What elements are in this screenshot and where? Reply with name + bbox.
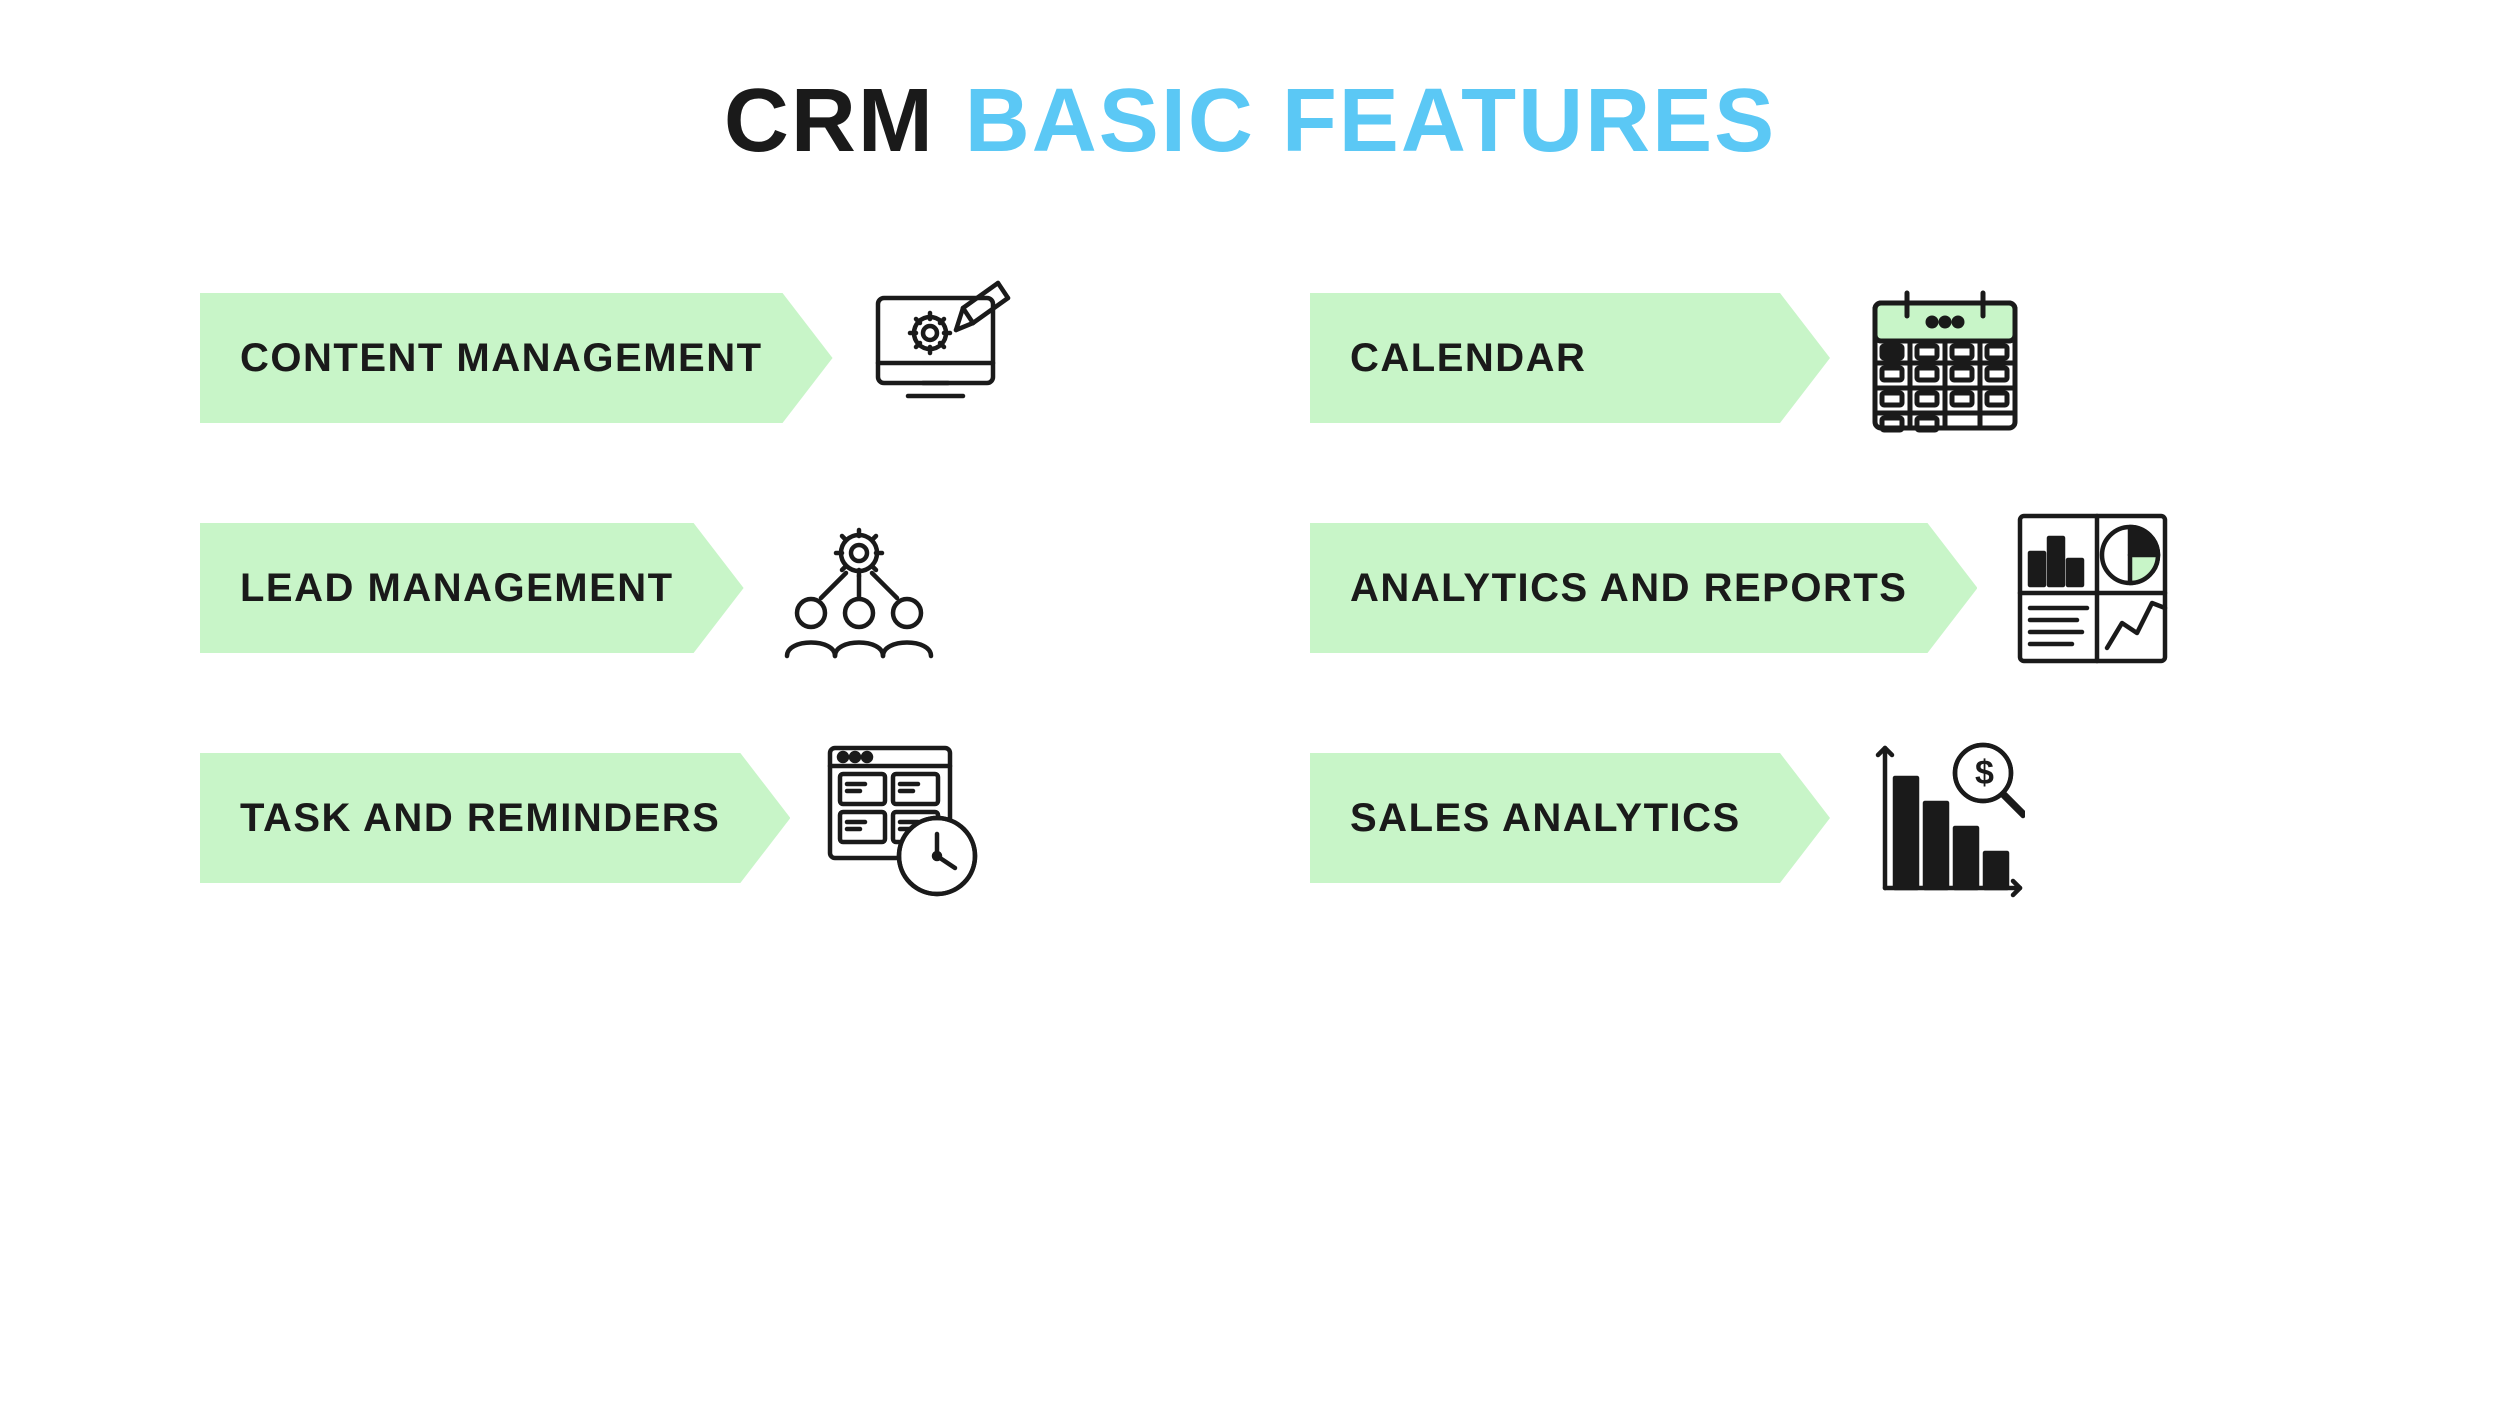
- icon-calendar: [1860, 273, 2030, 443]
- page-title: CRM BASIC FEATURES: [724, 70, 1776, 173]
- arrow-label-calendar: CALENDAR: [1310, 293, 1830, 423]
- label-calendar: CALENDAR: [1350, 336, 1586, 381]
- feature-item-content-management: CONTENT MANAGEMENT: [200, 273, 1190, 443]
- label-task-reminders: TASK AND REMINDERS: [240, 796, 720, 841]
- arrow-label-sales-analytics: SALES ANALYTICS: [1310, 753, 1830, 883]
- feature-item-sales-analytics: SALES ANALYTICS $: [1310, 733, 2300, 903]
- feature-item-analytics-reports: ANALYTICS AND REPORTS: [1310, 503, 2300, 673]
- features-grid: CONTENT MANAGEMENT: [200, 273, 2300, 903]
- arrow-label-content-management: CONTENT MANAGEMENT: [200, 293, 833, 423]
- icon-chart-pie: [2007, 503, 2177, 673]
- feature-item-task-reminders: TASK AND REMINDERS: [200, 733, 1190, 903]
- icon-dashboard-clock: [820, 733, 990, 903]
- label-lead-management: LEAD MANAGEMENT: [240, 566, 674, 611]
- icon-monitor-gear: [863, 273, 1033, 443]
- icon-sales-chart: $: [1860, 733, 2030, 903]
- arrow-label-lead-management: LEAD MANAGEMENT: [200, 523, 744, 653]
- arrow-label-task-reminders: TASK AND REMINDERS: [200, 753, 790, 883]
- arrow-label-analytics-reports: ANALYTICS AND REPORTS: [1310, 523, 1977, 653]
- title-crm: CRM: [724, 70, 935, 173]
- svg-text:$: $: [1975, 754, 1994, 792]
- feature-item-calendar: CALENDAR: [1310, 273, 2300, 443]
- feature-item-lead-management: LEAD MANAGEMENT: [200, 503, 1190, 673]
- label-content-management: CONTENT MANAGEMENT: [240, 336, 763, 381]
- label-sales-analytics: SALES ANALYTICS: [1350, 796, 1741, 841]
- title-subtitle: BASIC FEATURES: [965, 70, 1776, 173]
- icon-team-gear: [774, 503, 944, 673]
- label-analytics-reports: ANALYTICS AND REPORTS: [1350, 566, 1907, 611]
